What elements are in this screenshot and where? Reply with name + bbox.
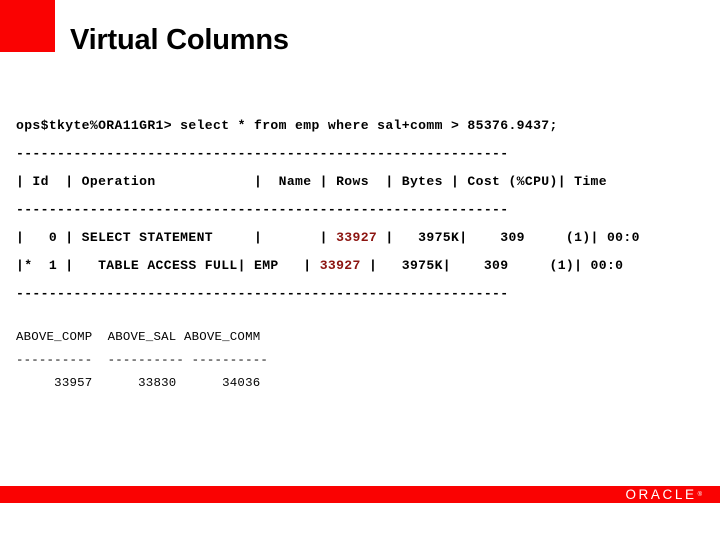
accent-square-icon <box>0 0 55 52</box>
plan-header-left: | Id | Operation | Name | <box>16 174 337 189</box>
page-title: Virtual Columns <box>70 24 289 56</box>
plan-row1-left: |* 1 | TABLE ACCESS FULL| EMP | <box>16 258 320 273</box>
result-set: ABOVE_COMP ABOVE_SAL ABOVE_COMM --------… <box>16 326 720 395</box>
plan-row0-right: | 3975K| 309 (1)| 00:0 <box>377 230 640 245</box>
plan-header-row: | Id | Operation | Name | Rows | Bytes |… <box>16 168 720 196</box>
result-header-underline: ---------- ---------- ---------- <box>16 353 268 367</box>
plan-row0-left: | 0 | SELECT STATEMENT | | <box>16 230 337 245</box>
footer-band <box>0 486 720 503</box>
plan-header-rows: Rows <box>336 174 369 189</box>
result-column-headers: ABOVE_COMP ABOVE_SAL ABOVE_COMM <box>16 330 261 344</box>
plan-separator-bottom: ----------------------------------------… <box>16 286 509 301</box>
sql-prompt-line: ops$tkyte%ORA11GR1> select * from emp wh… <box>16 118 558 133</box>
oracle-logo: ORACLE ® <box>625 487 702 502</box>
plan-row0-rows-value: 33927 <box>336 230 378 245</box>
plan-separator-top: ----------------------------------------… <box>16 146 509 161</box>
plan-row1-right: | 3975K| 309 (1)| 00:0 <box>360 258 624 273</box>
oracle-trademark-symbol: ® <box>697 491 702 498</box>
plan-separator-mid: ----------------------------------------… <box>16 202 509 217</box>
table-row: | 0 | SELECT STATEMENT | | 33927 | 3975K… <box>16 224 720 252</box>
plan-row1-rows-value: 33927 <box>319 258 361 273</box>
table-row: |* 1 | TABLE ACCESS FULL| EMP | 33927 | … <box>16 252 720 280</box>
oracle-logo-text: ORACLE <box>625 487 697 502</box>
result-values-row: 33957 33830 34036 <box>16 376 261 390</box>
plan-header-right: | Bytes | Cost (%CPU)| Time <box>368 174 607 189</box>
slide-header: Virtual Columns <box>0 0 720 80</box>
